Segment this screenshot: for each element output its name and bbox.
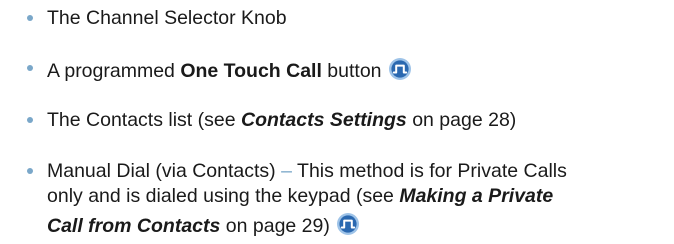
list-item-text: The Channel Selector Knob: [47, 7, 287, 29]
one-touch-call-term: One Touch Call: [180, 60, 322, 82]
call-from-contacts-link[interactable]: Call from Contacts: [47, 215, 220, 237]
bullet: [27, 168, 33, 174]
bullet: [27, 117, 33, 123]
making-private-call-link[interactable]: Making a Private: [399, 185, 553, 207]
contacts-settings-link[interactable]: Contacts Settings: [241, 109, 407, 131]
dash: –: [281, 160, 292, 182]
bulleted-list: The Channel Selector Knob A programmed O…: [0, 0, 674, 244]
list-item-line-2: only and is dialed using the keypad (see…: [47, 185, 554, 207]
list-item-line-3: Call from Contacts on page 29): [47, 212, 360, 237]
list-item-line-1: Manual Dial (via Contacts) – This method…: [47, 160, 567, 182]
list-item-text: A programmed One Touch Call button: [47, 57, 412, 82]
digital-mode-icon: [388, 57, 412, 81]
bullet: [27, 15, 33, 21]
bullet: [27, 65, 33, 71]
digital-mode-icon: [336, 212, 360, 236]
list-item-text: The Contacts list (see Contacts Settings…: [47, 109, 517, 131]
